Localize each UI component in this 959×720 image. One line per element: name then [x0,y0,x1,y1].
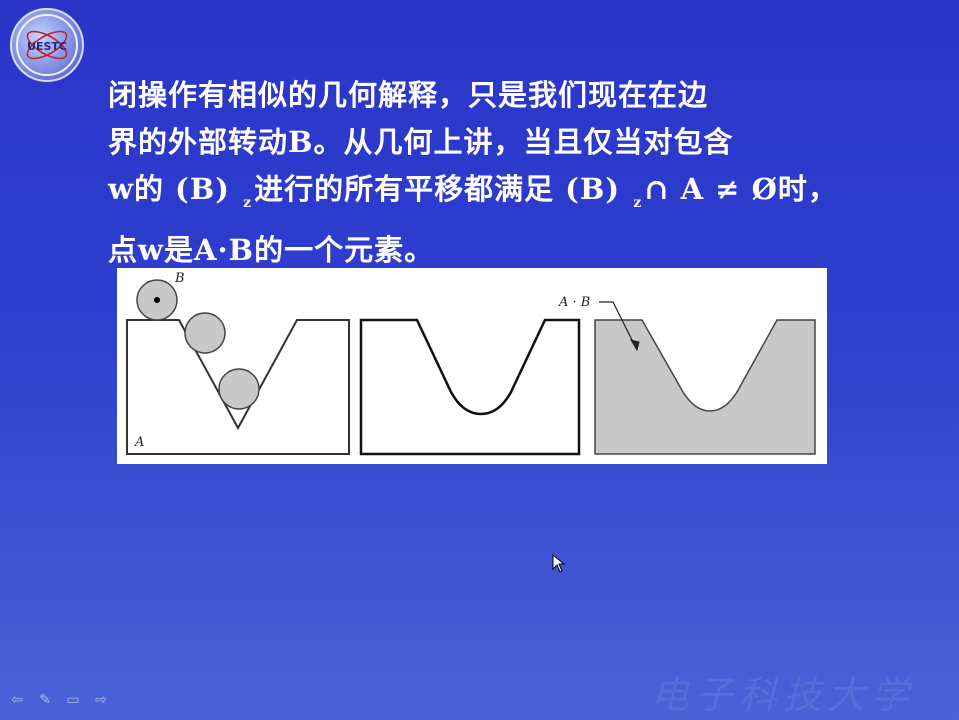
logo-text: UESTC [27,40,67,53]
slide-paragraph: 闭操作有相似的几何解释，只是我们现在在边 界的外部转动B。从几何上讲，当且仅当对… [108,72,898,274]
mouse-cursor-icon [552,554,566,573]
pen-icon[interactable]: ✎ [36,692,54,708]
arrow-left-icon[interactable]: ⇦ [8,692,26,708]
footer-university-name: 电子科技大学 [650,673,915,717]
closing-diagram: B A A · B [126,271,816,456]
structuring-element-b-2 [184,312,226,354]
label-a: A [134,435,144,450]
slide-nav: ⇦ ✎ ▭ ⇨ [8,692,110,708]
closed-set-a-dot-b [594,319,816,455]
label-a-dot-b: A · B [558,295,590,310]
line3-part2: 进行的所有平移都满足 (B) [254,172,632,206]
subscript-z-1: z [243,195,253,211]
line3-part1: w的 (B) [108,172,242,206]
paragraph-line-3: w的 (B) z进行的所有平移都满足 (B) z∩ A ≠ Ø时， [108,166,898,227]
arrow-right-icon[interactable]: ⇨ [92,692,110,708]
structuring-element-b-3 [218,368,260,410]
subscript-z-2: z [633,195,643,211]
line3-part3: ∩ A ≠ Ø时， [644,172,838,206]
closing-boundary [359,318,581,456]
closing-figure: B A A · B [117,268,827,464]
paragraph-line-4: 点w是A·B的一个元素。 [108,233,435,267]
paragraph-line-2: 界的外部转动B。从几何上讲，当且仅当对包含 [108,125,734,159]
label-b: B [174,271,185,286]
slide: UESTC 闭操作有相似的几何解释，只是我们现在在边 界的外部转动B。从几何上讲… [0,0,959,720]
paragraph-line-1: 闭操作有相似的几何解释，只是我们现在在边 [108,78,709,112]
structuring-element-center [154,297,160,303]
menu-icon[interactable]: ▭ [64,692,82,708]
university-logo: UESTC [10,8,84,82]
